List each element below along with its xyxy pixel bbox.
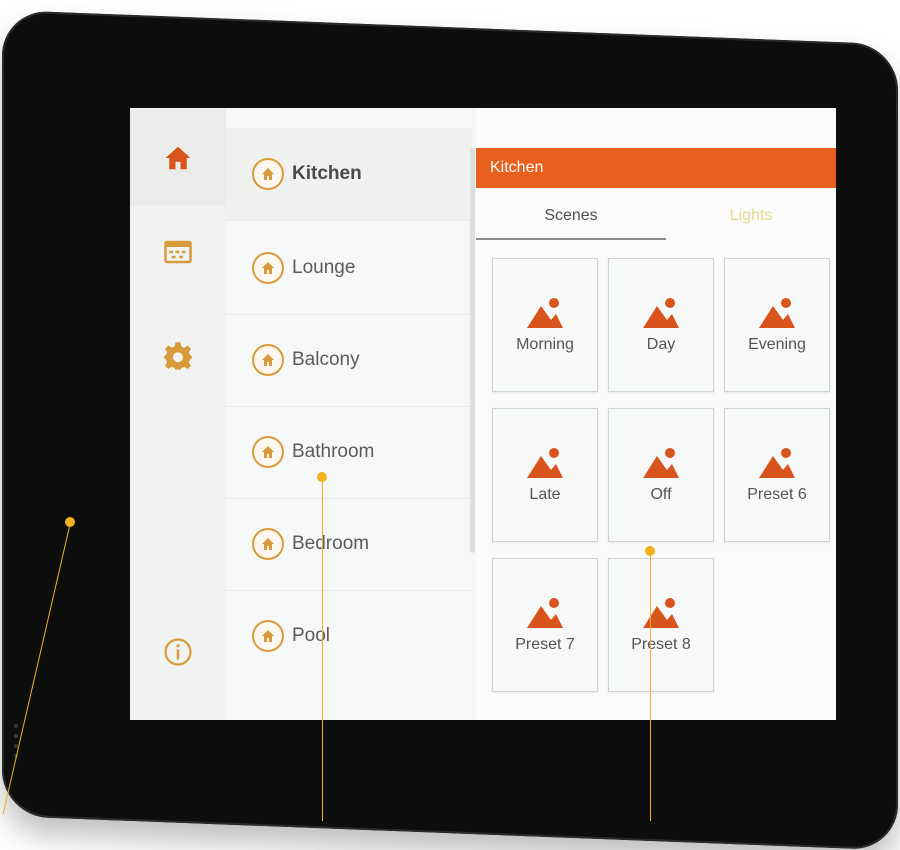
room-item-bedroom[interactable]: Bedroom	[226, 498, 472, 591]
info-icon	[164, 638, 192, 666]
room-item-balcony[interactable]: Balcony	[226, 314, 472, 407]
scene-label: Evening	[748, 336, 806, 353]
scene-label: Late	[529, 486, 561, 503]
room-label: Lounge	[292, 257, 356, 278]
room-home-icon	[252, 620, 284, 652]
scene-button-day[interactable]: Day	[608, 258, 714, 392]
room-label: Bedroom	[292, 533, 370, 554]
room-home-icon	[252, 436, 284, 468]
room-list: Kitchen Lounge Balcony Bathroom Bedroom …	[226, 108, 472, 720]
sidebar-settings-button[interactable]	[130, 308, 226, 404]
scene-image-icon	[759, 298, 795, 328]
scene-button-morning[interactable]: Morning	[492, 258, 598, 392]
room-item-lounge[interactable]: Lounge	[226, 222, 472, 315]
room-home-icon	[252, 528, 284, 560]
room-home-icon	[252, 252, 284, 284]
room-label: Pool	[292, 625, 331, 646]
scene-label: Preset 6	[747, 486, 807, 503]
scene-image-icon	[643, 298, 679, 328]
scene-image-icon	[643, 598, 679, 628]
room-home-icon	[252, 344, 284, 376]
panel-header-title: Kitchen	[476, 148, 836, 188]
scene-button-preset-8[interactable]: Preset 8	[608, 558, 714, 692]
room-label: Balcony	[292, 349, 360, 370]
sidebar	[130, 108, 226, 720]
scene-label: Off	[650, 486, 672, 503]
settings-gear-icon	[164, 342, 192, 370]
room-list-scrollbar[interactable]	[470, 148, 475, 553]
room-label: Bathroom	[292, 441, 375, 462]
scene-button-late[interactable]: Late	[492, 408, 598, 542]
scene-image-icon	[643, 448, 679, 478]
tab-scenes[interactable]: Scenes	[476, 194, 666, 240]
touch-screen: Kitchen Lounge Balcony Bathroom Bedroom …	[130, 108, 836, 720]
scene-label: Day	[646, 336, 676, 353]
touch-panel-device: Kitchen Lounge Balcony Bathroom Bedroom …	[0, 0, 900, 850]
panel-tabs: Scenes Lights	[476, 194, 836, 240]
scene-button-preset-7[interactable]: Preset 7	[492, 558, 598, 692]
scene-image-icon	[759, 448, 795, 478]
scene-image-icon	[527, 598, 563, 628]
room-label: Kitchen	[292, 163, 362, 184]
sidebar-schedule-button[interactable]	[130, 204, 226, 300]
home-icon	[165, 146, 191, 170]
scene-button-evening[interactable]: Evening	[724, 258, 830, 392]
callout-line-scene-grid	[650, 551, 651, 821]
schedule-icon	[164, 240, 192, 264]
tab-lights[interactable]: Lights	[666, 194, 836, 238]
callout-line-room-list	[322, 477, 323, 821]
room-item-pool[interactable]: Pool	[226, 590, 472, 682]
scene-label: Preset 7	[515, 636, 575, 653]
scene-label: Preset 8	[631, 636, 691, 653]
sidebar-home-button[interactable]	[130, 110, 226, 206]
scene-button-preset-6[interactable]: Preset 6	[724, 408, 830, 542]
room-item-bathroom[interactable]: Bathroom	[226, 406, 472, 499]
room-home-icon	[252, 158, 284, 190]
room-item-kitchen[interactable]: Kitchen	[226, 128, 472, 221]
room-detail-panel: Kitchen Scenes Lights Morning Day Evenin…	[476, 108, 836, 720]
scene-image-icon	[527, 298, 563, 328]
scene-button-off[interactable]: Off	[608, 408, 714, 542]
scene-image-icon	[527, 448, 563, 478]
scene-label: Morning	[516, 336, 574, 353]
sidebar-info-button[interactable]	[130, 604, 226, 700]
